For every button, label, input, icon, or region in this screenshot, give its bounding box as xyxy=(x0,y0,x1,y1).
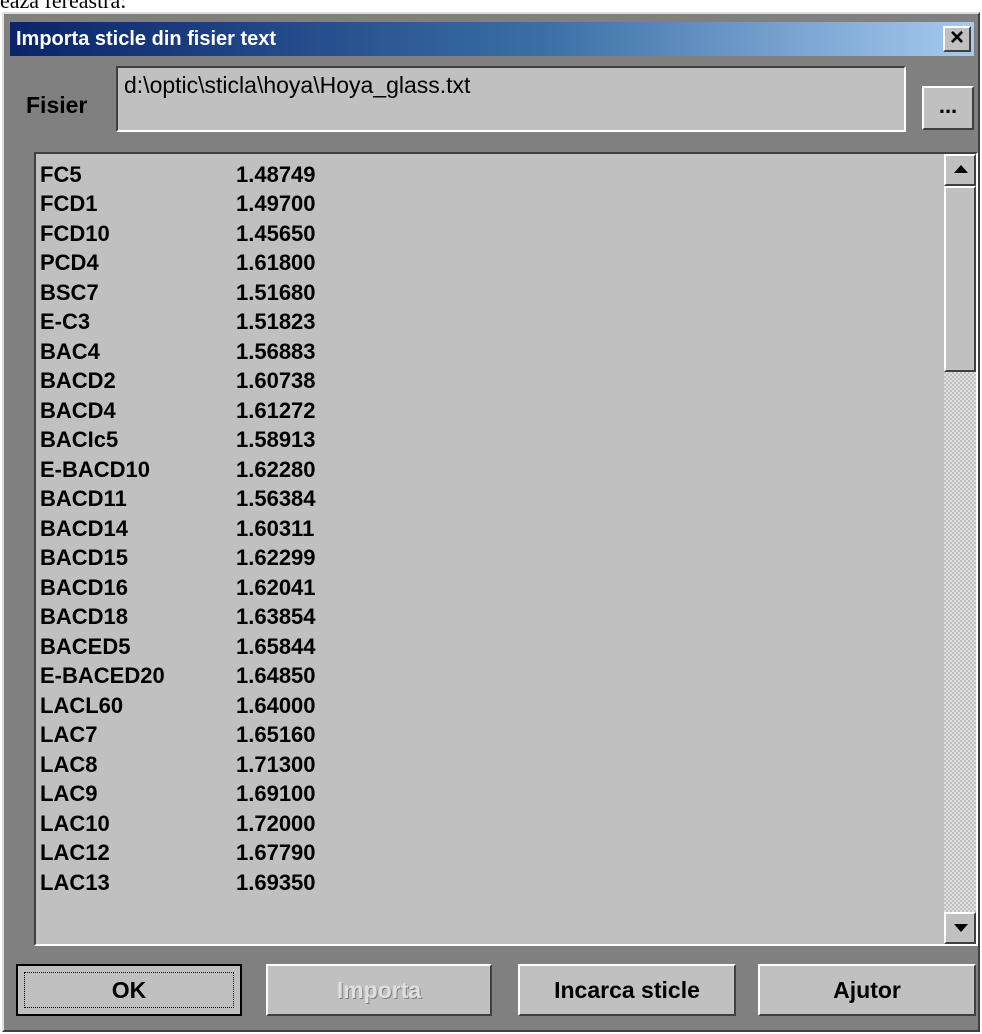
focus-rect xyxy=(24,972,234,1008)
list-item[interactable]: FCD1 1.49700 xyxy=(36,190,944,220)
list-item[interactable]: E-C3 1.51823 xyxy=(36,308,944,338)
glass-index: 1.62041 xyxy=(236,574,316,600)
glass-name: BACIc5 xyxy=(40,427,119,453)
glass-name: BACD16 xyxy=(40,574,129,600)
arrow-up-icon xyxy=(954,165,968,173)
list-item[interactable]: LAC9 1.69100 xyxy=(36,780,944,810)
list-item[interactable]: BACD11 1.56384 xyxy=(36,485,944,515)
list-item[interactable]: BACD18 1.63854 xyxy=(36,603,944,633)
list-item[interactable]: BACIc5 1.58913 xyxy=(36,426,944,456)
glass-name: LAC7 xyxy=(40,722,98,748)
glass-index: 1.62299 xyxy=(236,545,316,571)
import-button: Importa xyxy=(266,964,492,1016)
load-glasses-button[interactable]: Incarca sticle xyxy=(518,964,736,1016)
glass-index: 1.51680 xyxy=(236,279,316,305)
list-item[interactable]: BSC7 1.51680 xyxy=(36,278,944,308)
load-label: Incarca sticle xyxy=(554,976,700,1003)
scroll-down-button[interactable] xyxy=(944,912,976,944)
glass-name: E-BACD10 xyxy=(40,456,151,482)
glass-name: E-BACED20 xyxy=(40,663,165,689)
glass-index: 1.61272 xyxy=(236,397,316,423)
glass-name: BACD11 xyxy=(40,486,127,512)
glass-name: LAC9 xyxy=(40,781,98,807)
glass-index: 1.69100 xyxy=(236,781,316,807)
glass-name: E-C3 xyxy=(40,309,91,335)
list-item[interactable]: LAC8 1.71300 xyxy=(36,750,944,780)
list-item[interactable]: E-BACED20 1.64850 xyxy=(36,662,944,692)
glass-listbox[interactable]: FC5 1.48749 FCD1 1.49700 FCD10 1.45650 PCD4 1.6… xyxy=(34,152,978,946)
browse-button[interactable]: ... xyxy=(922,86,974,130)
glass-index: 1.64000 xyxy=(236,692,316,718)
glass-name: PCD4 xyxy=(40,250,99,276)
file-path-field[interactable]: d:\optic\sticla\hoya\Hoya_glass.txt xyxy=(116,66,906,132)
file-label: Fisier xyxy=(26,92,88,118)
import-label: Importa xyxy=(336,976,422,1003)
list-item[interactable]: E-BACD10 1.62280 xyxy=(36,455,944,485)
list-item[interactable]: LACL60 1.64000 xyxy=(36,691,944,721)
glass-index: 1.65844 xyxy=(236,633,316,659)
scroll-thumb[interactable] xyxy=(944,186,976,372)
glass-index: 1.65160 xyxy=(236,722,316,748)
list-item[interactable]: LAC10 1.72000 xyxy=(36,809,944,839)
list-item[interactable]: BAC4 1.56883 xyxy=(36,337,944,367)
glass-index: 1.60311 xyxy=(236,515,315,541)
list-item[interactable]: BACD4 1.61272 xyxy=(36,396,944,426)
list-item[interactable]: BACD15 1.62299 xyxy=(36,544,944,574)
glass-index: 1.71300 xyxy=(236,751,316,777)
list-item[interactable]: PCD4 1.61800 xyxy=(36,249,944,279)
title-bar[interactable]: Importa sticle din fisier text × xyxy=(10,22,974,56)
list-item[interactable]: BACD14 1.60311 xyxy=(36,514,944,544)
glass-index: 1.56883 xyxy=(236,338,316,364)
list-item[interactable]: BACD2 1.60738 xyxy=(36,367,944,397)
glass-index: 1.51823 xyxy=(236,309,316,335)
list-item[interactable]: BACED5 1.65844 xyxy=(36,632,944,662)
list-item[interactable]: LAC12 1.67790 xyxy=(36,839,944,869)
glass-name: BACD18 xyxy=(40,604,129,630)
glass-index: 1.49700 xyxy=(236,191,316,217)
glass-index: 1.48749 xyxy=(236,161,316,187)
glass-index: 1.64850 xyxy=(236,663,316,689)
glass-name: BACD2 xyxy=(40,368,116,394)
glass-name: LAC10 xyxy=(40,810,110,836)
glass-name: BACD15 xyxy=(40,545,129,571)
glass-name: LAC12 xyxy=(40,840,110,866)
close-icon[interactable]: × xyxy=(943,26,971,52)
glass-list: FC5 1.48749 FCD1 1.49700 FCD10 1.45650 PCD4 1.6… xyxy=(36,154,944,944)
glass-name: BSC7 xyxy=(40,279,99,305)
vertical-scrollbar[interactable] xyxy=(944,154,976,944)
glass-index: 1.69350 xyxy=(236,869,316,895)
list-item[interactable]: LAC7 1.65160 xyxy=(36,721,944,751)
list-item[interactable]: FCD10 1.45650 xyxy=(36,219,944,249)
scroll-up-button[interactable] xyxy=(944,154,976,186)
glass-index: 1.58913 xyxy=(236,427,316,453)
list-item[interactable]: FC5 1.48749 xyxy=(36,160,944,190)
import-dialog: Importa sticle din fisier text × Fisier … xyxy=(2,12,980,1032)
glass-name: LAC13 xyxy=(40,869,110,895)
glass-index: 1.56384 xyxy=(236,486,316,512)
glass-index: 1.63854 xyxy=(236,604,316,630)
list-item[interactable]: LAC13 1.69350 xyxy=(36,868,944,898)
glass-index: 1.61800 xyxy=(236,250,316,276)
glass-name: FCD1 xyxy=(40,191,98,217)
glass-name: LACL60 xyxy=(40,692,124,718)
glass-name: FC5 xyxy=(40,161,82,187)
glass-name: LAC8 xyxy=(40,751,98,777)
glass-name: BACED5 xyxy=(40,633,131,659)
ok-button[interactable]: OK xyxy=(16,964,242,1016)
list-item[interactable]: BACD16 1.62041 xyxy=(36,573,944,603)
glass-name: FCD10 xyxy=(40,220,110,246)
help-label: Ajutor xyxy=(833,976,901,1003)
glass-index: 1.72000 xyxy=(236,810,316,836)
glass-index: 1.62280 xyxy=(236,456,316,482)
glass-name: BACD14 xyxy=(40,515,129,541)
glass-index: 1.45650 xyxy=(236,220,316,246)
help-button[interactable]: Ajutor xyxy=(758,964,976,1016)
glass-name: BAC4 xyxy=(40,338,100,364)
glass-index: 1.67790 xyxy=(236,840,316,866)
window-title: Importa sticle din fisier text xyxy=(16,27,277,50)
arrow-down-icon xyxy=(954,924,968,932)
glass-name: BACD4 xyxy=(40,397,116,423)
glass-index: 1.60738 xyxy=(236,368,316,394)
